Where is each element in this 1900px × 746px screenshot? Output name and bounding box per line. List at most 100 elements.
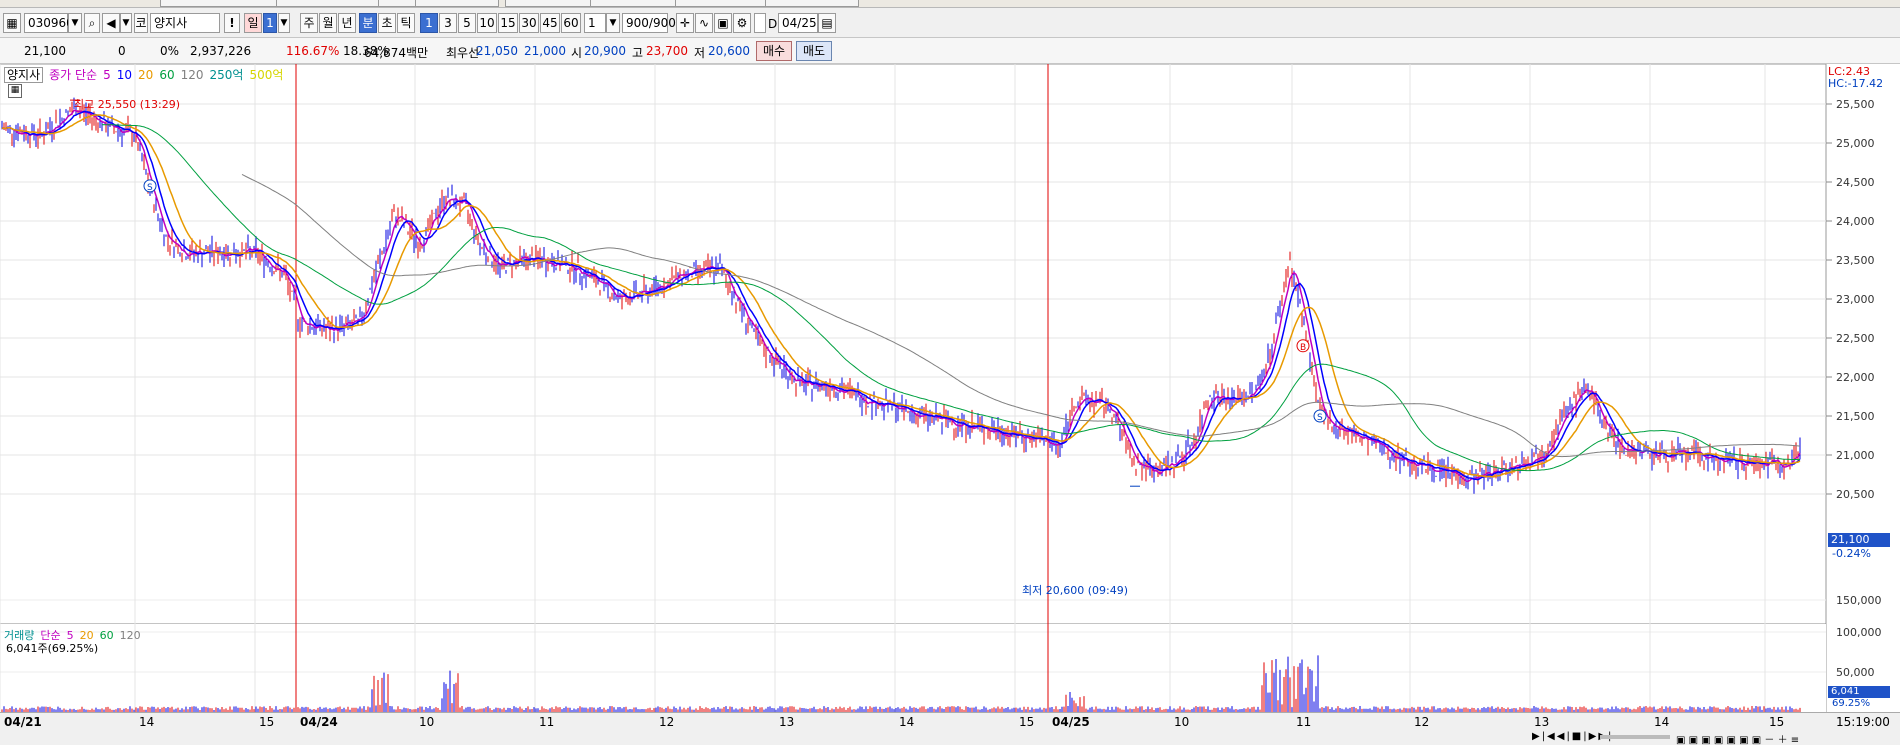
- trend-icon[interactable]: ∿: [695, 13, 713, 33]
- sell-button[interactable]: 매도: [796, 41, 833, 61]
- time-axis-label: 10: [1174, 715, 1190, 729]
- interval-input[interactable]: 1: [584, 13, 606, 33]
- minute-30[interactable]: 30: [519, 13, 539, 33]
- minute-3[interactable]: 3: [439, 13, 457, 33]
- time-axis-label: 13: [779, 715, 795, 729]
- current-pct-tag: -0.24%: [1832, 547, 1871, 560]
- buy-button[interactable]: 매수: [756, 41, 793, 61]
- time-axis-label: 14: [899, 715, 915, 729]
- date-d-label: D: [768, 17, 778, 31]
- minute-45[interactable]: 45: [540, 13, 560, 33]
- alert-button[interactable]: !: [224, 13, 240, 33]
- buy-signal-icon-label: B: [1300, 343, 1306, 353]
- legend-ma60: 60: [159, 68, 175, 82]
- period-day[interactable]: 일: [244, 13, 262, 33]
- price-axis-label: 24,000: [1836, 215, 1875, 228]
- period-second[interactable]: 초: [378, 13, 396, 33]
- ask-price: 21,050: [476, 44, 518, 58]
- sell-signal-icon-label: S: [1317, 413, 1323, 423]
- minute-60[interactable]: 60: [561, 13, 581, 33]
- volume-pct-tag: 69.25%: [1832, 698, 1871, 709]
- tab-partial[interactable]: [276, 0, 385, 7]
- time-axis-label: 11: [539, 715, 555, 729]
- grid-toggle-icon[interactable]: ▦: [8, 84, 22, 98]
- price-change: 0: [118, 44, 126, 58]
- save-icon[interactable]: ▣: [714, 13, 732, 33]
- period-minute[interactable]: 분: [359, 13, 377, 33]
- price-info-bar: 21,100 0 0% 2,937,226 116.67% 18.38% 64,…: [0, 38, 1900, 64]
- crosshair-icon[interactable]: ✛: [676, 13, 694, 33]
- time-axis-label: 15: [1769, 715, 1785, 729]
- legend-ma500: 500억: [249, 68, 284, 82]
- high-label: 고: [632, 46, 644, 60]
- count-input[interactable]: 900/900: [622, 13, 676, 33]
- time-axis-label: 15: [259, 715, 275, 729]
- speaker-dropdown-icon[interactable]: ▼: [120, 13, 132, 33]
- search-icon[interactable]: ⌕: [84, 13, 100, 33]
- period-dropdown-icon[interactable]: ▼: [278, 13, 290, 33]
- trade-amount: 64,874백만: [364, 46, 429, 60]
- sell-signal-icon-label: S: [147, 183, 153, 193]
- low-price: 20,600: [708, 44, 750, 58]
- price-axis-label: 22,500: [1836, 332, 1875, 345]
- date-checkbox[interactable]: [754, 13, 766, 33]
- date-input[interactable]: 04/25: [778, 13, 818, 33]
- high-price: 23,700: [646, 44, 688, 58]
- price-chart[interactable]: S S B 25,500 25,000 24,500 24,000 23,500 23,000…: [0, 64, 1900, 714]
- minute-15[interactable]: 15: [498, 13, 518, 33]
- price-axis-label: 21,500: [1836, 410, 1875, 423]
- price-axis-label: 24,500: [1836, 176, 1875, 189]
- tab-partial[interactable]: [160, 0, 284, 7]
- time-axis-label: 04/21: [4, 715, 42, 729]
- volume-current: 6,041주(69.25%): [6, 642, 99, 655]
- legend-ma120: 120: [180, 68, 204, 82]
- minute-5[interactable]: 5: [458, 13, 476, 33]
- calendar-icon[interactable]: ▤: [818, 13, 836, 33]
- tab-partial[interactable]: [675, 0, 774, 7]
- time-readout: 15:19:00: [1836, 715, 1890, 729]
- volume-current-tag: 6,041: [1828, 686, 1890, 698]
- period-week[interactable]: 주: [300, 13, 318, 33]
- stock-code-input[interactable]: 030960: [24, 13, 74, 33]
- stock-name-field[interactable]: 양지사: [150, 13, 220, 33]
- price-axis-label: 23,500: [1836, 254, 1875, 267]
- chart-toolbar: ▦ 030960 ▼ ⌕ ◀ ▼ 코 양지사 ! 일 1 ▼ 주 월 년 분 초…: [0, 8, 1900, 38]
- hc-value: HC:-17.42: [1828, 77, 1884, 90]
- price-axis-label: 21,000: [1836, 449, 1875, 462]
- price-axis-label: 20,500: [1836, 488, 1875, 501]
- time-axis-label: 14: [1654, 715, 1670, 729]
- period-month[interactable]: 월: [319, 13, 337, 33]
- chart-icon[interactable]: ▦: [3, 13, 21, 33]
- open-label: 시: [571, 46, 583, 60]
- volume-legend-ma120: 120: [119, 629, 141, 642]
- minute-10[interactable]: 10: [477, 13, 497, 33]
- legend-name[interactable]: 양지사: [4, 67, 44, 83]
- current-price-tag: 21,100: [1828, 533, 1890, 547]
- tab-partial[interactable]: [415, 0, 499, 7]
- time-axis-label: 11: [1296, 715, 1312, 729]
- tab-partial[interactable]: [765, 0, 859, 7]
- volume-value: 2,937,226: [190, 44, 252, 58]
- volume-legend-ma60: 60: [99, 629, 114, 642]
- volume-axis-label: 100,000: [1836, 626, 1882, 639]
- window-tab-strip: [0, 0, 1900, 8]
- tab-partial[interactable]: [505, 0, 599, 7]
- period-day-value[interactable]: 1: [263, 13, 277, 33]
- low-label: 저: [694, 46, 706, 60]
- period-year[interactable]: 년: [338, 13, 356, 33]
- tab-partial[interactable]: [590, 0, 684, 7]
- period-tick[interactable]: 틱: [397, 13, 415, 33]
- time-axis-label: 12: [1414, 715, 1430, 729]
- code-dropdown-icon[interactable]: ▼: [68, 13, 82, 33]
- legend-ma-label: 종가 단순: [49, 68, 98, 82]
- gear-icon[interactable]: ⚙: [733, 13, 751, 33]
- speaker-icon[interactable]: ◀: [102, 13, 120, 33]
- volume-ratio: 116.67%: [286, 44, 340, 58]
- minute-1[interactable]: 1: [420, 13, 438, 33]
- interval-dropdown-icon[interactable]: ▼: [606, 13, 620, 33]
- legend-ma250: 250억: [209, 68, 244, 82]
- high-annotation: 최고 25,550 (13:29): [74, 98, 181, 111]
- price-axis-label: 23,000: [1836, 293, 1875, 306]
- volume-axis-label: 150,000: [1836, 594, 1882, 607]
- scrollbar[interactable]: [1600, 735, 1670, 739]
